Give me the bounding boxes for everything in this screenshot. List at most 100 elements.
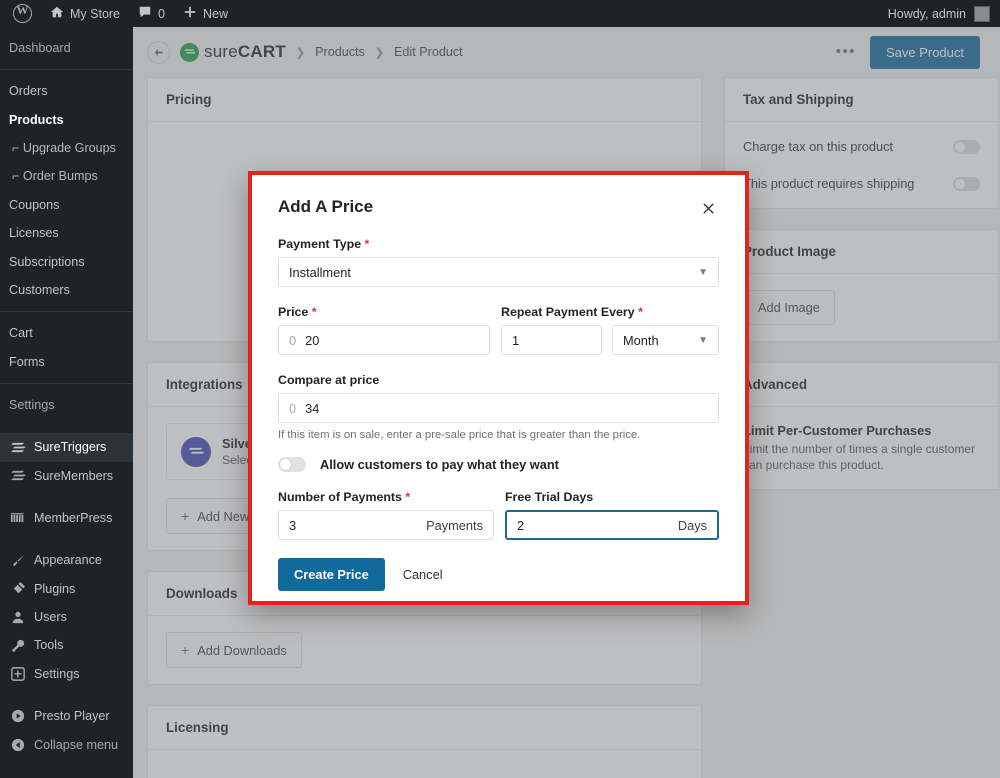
memberpress-icon (9, 510, 27, 526)
sidebar-item-orders[interactable]: Orders (0, 77, 133, 105)
sidebar-item-upgrade-groups[interactable]: ⌐ Upgrade Groups (0, 134, 133, 162)
create-price-button[interactable]: Create Price (278, 558, 385, 591)
sidebar-group-wp-core: Appearance Plugins Users Tools Settings (0, 539, 133, 695)
sidebar-item-label: Settings (34, 666, 80, 681)
suremembers-icon (9, 468, 27, 484)
admin-bar-left: My Store 0 New (0, 0, 237, 27)
sidebar-group-settings: Settings (0, 384, 133, 426)
required-marker: * (638, 305, 643, 319)
sidebar-item-label: Customers (9, 282, 70, 297)
sidebar-item-dashboard[interactable]: Dashboard (0, 34, 133, 62)
new-content-button[interactable]: New (174, 0, 237, 27)
sidebar-group-store: Cart Forms (0, 312, 133, 384)
sliders-icon (9, 666, 27, 682)
sidebar-item-label: Users (34, 610, 67, 625)
sidebar-item-label: Settings (9, 397, 55, 412)
home-icon (50, 5, 64, 22)
presto-player-icon (9, 708, 27, 724)
compare-at-price-label: Compare at price (278, 373, 380, 387)
avatar[interactable] (974, 5, 990, 22)
payment-type-select[interactable]: Installment ▼ (278, 257, 719, 287)
sidebar-item-customers[interactable]: Customers (0, 276, 133, 304)
modal-title: Add A Price (278, 197, 374, 216)
sidebar-item-tools[interactable]: Tools (0, 631, 133, 659)
sidebar-item-plugins[interactable]: Plugins (0, 575, 133, 603)
sidebar-item-licenses[interactable]: Licenses (0, 219, 133, 247)
sidebar-item-order-bumps[interactable]: ⌐ Order Bumps (0, 162, 133, 190)
compare-at-price-field: Compare at price 0 34 If this item is on… (278, 373, 719, 441)
free-trial-days-input[interactable]: 2 Days (504, 510, 719, 540)
sidebar-item-subscriptions[interactable]: Subscriptions (0, 248, 133, 276)
admin-sidebar: Dashboard Orders Products ⌐ Upgrade Grou… (0, 27, 133, 778)
site-name-button[interactable]: My Store (41, 0, 129, 27)
repeat-payment-label: Repeat Payment Every * (501, 305, 643, 319)
repeat-interval-input[interactable]: 1 (501, 325, 602, 355)
sidebar-item-memberpress[interactable]: MemberPress (0, 504, 133, 532)
pay-what-you-want-row[interactable]: Allow customers to pay what they want (278, 457, 719, 472)
repeat-payment-field: Repeat Payment Every * 1 Month ▼ (501, 305, 719, 355)
sidebar-item-coupons[interactable]: Coupons (0, 191, 133, 219)
number-of-payments-input[interactable]: 3 Payments (278, 510, 494, 540)
compare-at-currency-prefix: 0 (289, 400, 297, 416)
comment-bubble-icon (138, 5, 152, 22)
close-icon[interactable] (697, 197, 719, 219)
compare-at-price-input[interactable]: 0 34 (278, 393, 719, 423)
free-trial-days-suffix: Days (677, 517, 707, 533)
sidebar-item-label: Tools (34, 638, 64, 653)
new-label: New (202, 6, 228, 21)
suretriggers-icon (9, 439, 27, 455)
number-of-payments-value: 3 (289, 517, 297, 533)
chevron-down-icon: ▼ (698, 266, 708, 278)
modal-actions: Create Price Cancel (278, 558, 719, 611)
sidebar-item-label: MemberPress (34, 511, 113, 526)
number-of-payments-field: Number of Payments * 3 Payments (278, 490, 494, 540)
sidebar-item-label: Products (9, 112, 64, 127)
payment-type-value: Installment (289, 264, 351, 280)
sidebar-item-label: Appearance (34, 553, 102, 568)
sidebar-item-label: Plugins (34, 581, 76, 596)
cancel-button[interactable]: Cancel (403, 567, 443, 582)
free-trial-days-value: 2 (516, 517, 525, 533)
comments-count: 0 (158, 6, 165, 21)
sidebar-item-suretriggers[interactable]: SureTriggers (0, 433, 133, 462)
sidebar-item-products[interactable]: Products (0, 106, 133, 134)
price-and-repeat-row: Price * 0 20 Repeat Payment Every * 1 Mo… (278, 305, 719, 355)
pay-what-you-want-label: Allow customers to pay what they want (320, 457, 559, 472)
sidebar-item-forms[interactable]: Forms (0, 348, 133, 376)
wp-admin-bar: My Store 0 New Howdy, admin (0, 0, 1000, 27)
sidebar-item-users[interactable]: Users (0, 603, 133, 631)
sidebar-item-label: ⌐ Order Bumps (12, 169, 98, 184)
plus-icon (183, 5, 197, 22)
sidebar-item-collapse-menu[interactable]: Collapse menu (0, 731, 133, 759)
payments-and-trial-row: Number of Payments * 3 Payments Free Tri… (278, 490, 719, 540)
sidebar-item-appearance[interactable]: Appearance (0, 546, 133, 574)
repeat-unit-select[interactable]: Month ▼ (612, 325, 719, 355)
sidebar-group-sureplugins: SureTriggers SureMembers (0, 426, 133, 497)
sidebar-item-cart[interactable]: Cart (0, 319, 133, 347)
sidebar-item-label: SureTriggers (34, 440, 107, 455)
wordpress-logo-button[interactable] (4, 0, 41, 27)
free-trial-days-label: Free Trial Days (504, 490, 594, 504)
price-label: Price * (278, 305, 317, 319)
modal-header: Add A Price (278, 197, 719, 219)
sidebar-item-suremembers[interactable]: SureMembers (0, 462, 133, 490)
number-of-payments-suffix: Payments (426, 517, 483, 533)
brush-icon (9, 553, 27, 569)
free-trial-days-field: Free Trial Days 2 Days (504, 490, 719, 540)
sidebar-item-settings[interactable]: Settings (0, 660, 133, 688)
pay-what-you-want-toggle[interactable] (278, 457, 306, 472)
sidebar-item-label: Orders (9, 84, 48, 99)
howdy-label[interactable]: Howdy, admin (888, 7, 966, 21)
repeat-unit-value: Month (623, 332, 659, 348)
comments-button[interactable]: 0 (129, 0, 174, 27)
price-input[interactable]: 0 20 (278, 325, 490, 355)
required-marker: * (364, 237, 370, 251)
sidebar-item-presto-player[interactable]: Presto Player (0, 702, 133, 730)
compare-at-help-text: If this item is on sale, enter a pre-sal… (278, 429, 641, 441)
sidebar-item-label: Collapse menu (34, 737, 119, 752)
number-of-payments-label: Number of Payments * (278, 490, 411, 504)
collapse-icon (9, 737, 27, 753)
sidebar-item-label: ⌐ Upgrade Groups (12, 141, 116, 156)
admin-bar-right: Howdy, admin (888, 5, 1000, 22)
sidebar-item-surecart-settings[interactable]: Settings (0, 391, 133, 419)
